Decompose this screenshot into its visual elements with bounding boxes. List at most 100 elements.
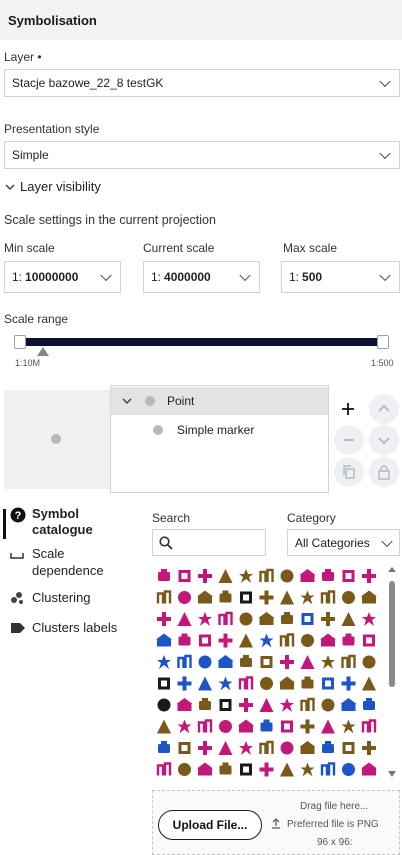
symbol-tile[interactable] bbox=[280, 741, 294, 755]
symbol-tile[interactable] bbox=[300, 590, 315, 605]
symbol-tile[interactable] bbox=[280, 655, 294, 669]
symbol-tile[interactable] bbox=[281, 720, 293, 733]
symbol-tile[interactable] bbox=[300, 697, 315, 711]
symbol-tile[interactable] bbox=[158, 741, 170, 753]
symbol-tile[interactable] bbox=[218, 676, 233, 691]
symbol-tile[interactable] bbox=[239, 633, 253, 648]
menu-clusters-labels[interactable]: Clusters labels bbox=[10, 620, 117, 638]
symbol-tile[interactable] bbox=[219, 762, 232, 775]
symbol-tile[interactable] bbox=[177, 676, 192, 691]
symbol-tile[interactable] bbox=[197, 762, 213, 776]
symbol-tile[interactable] bbox=[342, 570, 355, 582]
category-select[interactable]: All Categories bbox=[287, 529, 400, 556]
symbol-tile[interactable] bbox=[362, 612, 376, 626]
symbol-tile[interactable] bbox=[301, 634, 314, 647]
symbol-tile[interactable] bbox=[260, 656, 273, 668]
add-layer-button[interactable] bbox=[334, 394, 362, 424]
symbol-tile[interactable] bbox=[240, 655, 252, 667]
symbol-tile[interactable] bbox=[177, 719, 192, 734]
symbol-tile[interactable] bbox=[197, 590, 213, 604]
symbol-tile[interactable] bbox=[320, 590, 336, 604]
symbol-tile[interactable] bbox=[218, 569, 233, 583]
symbol-tile[interactable] bbox=[258, 612, 275, 625]
search-input[interactable] bbox=[152, 529, 266, 556]
max-scale-select[interactable]: 1: 500 bbox=[281, 261, 400, 293]
symbol-tile[interactable] bbox=[280, 698, 294, 712]
symbol-tile[interactable] bbox=[342, 591, 355, 604]
symbol-tile[interactable] bbox=[322, 741, 334, 753]
symbol-tile[interactable] bbox=[321, 612, 335, 626]
min-scale-select[interactable]: 1: 10000000 bbox=[4, 261, 121, 293]
symbol-tile[interactable] bbox=[321, 719, 335, 734]
current-scale-select[interactable]: 1: 4000000 bbox=[143, 261, 260, 293]
symbol-tile[interactable] bbox=[239, 569, 253, 583]
scale-range-track[interactable] bbox=[20, 338, 384, 346]
tree-item-point[interactable]: Point bbox=[111, 387, 328, 415]
symbol-tile[interactable] bbox=[362, 741, 376, 755]
symbol-tile[interactable] bbox=[320, 762, 336, 776]
symbol-tile[interactable] bbox=[219, 720, 232, 733]
symbol-tile[interactable] bbox=[362, 655, 376, 669]
symbol-tile[interactable] bbox=[178, 763, 191, 776]
symbol-tile[interactable] bbox=[199, 698, 211, 710]
move-down-button[interactable] bbox=[369, 425, 399, 455]
symbol-tile[interactable] bbox=[178, 591, 191, 604]
symbol-tile[interactable] bbox=[260, 677, 273, 690]
symbol-tile[interactable] bbox=[240, 763, 252, 776]
symbol-tile[interactable] bbox=[218, 611, 233, 625]
symbol-tile[interactable] bbox=[259, 590, 274, 605]
symbol-tile[interactable] bbox=[341, 612, 356, 626]
symbol-tile[interactable] bbox=[178, 570, 191, 582]
symbol-tile[interactable] bbox=[238, 676, 254, 690]
symbol-tile[interactable] bbox=[361, 719, 377, 733]
symbol-tile[interactable] bbox=[157, 698, 171, 712]
symbol-tile[interactable] bbox=[363, 698, 375, 710]
symbol-tile[interactable] bbox=[363, 634, 375, 647]
symbol-tile[interactable] bbox=[322, 677, 334, 690]
symbol-tile[interactable] bbox=[158, 677, 170, 690]
symbol-tile[interactable] bbox=[157, 719, 171, 734]
symbol-tile[interactable] bbox=[198, 569, 212, 583]
symbol-tile[interactable] bbox=[260, 719, 273, 732]
symbol-tile[interactable] bbox=[259, 762, 274, 777]
symbol-tile[interactable] bbox=[239, 741, 253, 755]
symbol-tile[interactable] bbox=[177, 654, 192, 668]
symbol-tile[interactable] bbox=[342, 633, 355, 646]
symbol-tile[interactable] bbox=[259, 633, 274, 648]
symbol-tile[interactable] bbox=[240, 591, 252, 604]
menu-symbol-catalogue[interactable]: ? Symbol catalogue bbox=[10, 506, 112, 538]
symbol-tile[interactable] bbox=[342, 763, 355, 776]
symbol-tile[interactable] bbox=[238, 719, 254, 733]
symbol-tile[interactable] bbox=[301, 613, 314, 625]
symbol-tile[interactable] bbox=[198, 741, 212, 755]
symbol-tile[interactable] bbox=[177, 612, 192, 626]
symbol-tile[interactable] bbox=[301, 676, 314, 689]
symbol-tile[interactable] bbox=[178, 633, 191, 646]
symbol-tile[interactable] bbox=[259, 568, 274, 582]
symbol-tile[interactable] bbox=[259, 698, 274, 712]
symbol-tile[interactable] bbox=[279, 676, 295, 690]
symbol-tile[interactable] bbox=[156, 590, 172, 604]
symbol-tile[interactable] bbox=[280, 590, 294, 605]
symbol-tile[interactable] bbox=[341, 654, 356, 668]
symbol-tile[interactable] bbox=[321, 655, 335, 669]
presentation-select[interactable]: Simple bbox=[4, 141, 400, 169]
symbol-tile[interactable] bbox=[178, 742, 191, 754]
symbol-tile[interactable] bbox=[361, 762, 377, 776]
menu-clustering[interactable]: Clustering bbox=[10, 590, 91, 608]
symbol-tile[interactable] bbox=[279, 633, 295, 647]
symbol-tile[interactable] bbox=[239, 698, 253, 712]
symbol-tile[interactable] bbox=[218, 633, 233, 648]
symbol-tile[interactable] bbox=[342, 742, 355, 754]
remove-layer-button[interactable] bbox=[334, 425, 364, 455]
symbol-grid-scrollbar[interactable] bbox=[386, 565, 398, 780]
symbol-tile[interactable] bbox=[198, 612, 212, 626]
symbol-tile[interactable] bbox=[281, 612, 293, 624]
symbol-tile[interactable] bbox=[198, 655, 212, 669]
symbol-tile[interactable] bbox=[362, 676, 376, 691]
symbol-tile[interactable] bbox=[280, 569, 294, 583]
symbol-tile[interactable] bbox=[219, 590, 232, 603]
symbol-tile[interactable] bbox=[320, 633, 336, 647]
symbol-tile[interactable] bbox=[341, 676, 356, 691]
upload-file-button[interactable]: Upload File... bbox=[158, 810, 262, 840]
